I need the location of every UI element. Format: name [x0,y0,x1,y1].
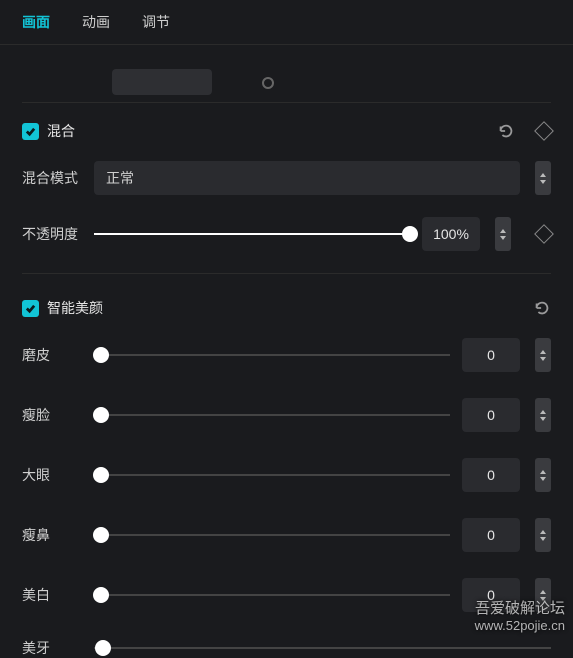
beauty-stepper[interactable] [535,518,551,552]
beauty-value[interactable]: 0 [462,458,520,492]
chevron-down-icon[interactable] [540,180,546,184]
tab-adjust[interactable]: 调节 [142,12,170,32]
beauty-section-header: 智能美颜 [22,298,551,318]
opacity-row: 不透明度 100% [22,217,551,251]
slider-thumb[interactable] [95,640,111,656]
blend-mode-label: 混合模式 [22,168,82,188]
blend-mode-stepper[interactable] [535,161,551,195]
chevron-up-icon[interactable] [540,350,546,354]
beauty-label: 瘦脸 [22,405,82,425]
blend-section-title: 混合 [47,121,489,141]
blend-mode-select[interactable]: 正常 [94,161,520,195]
beauty-stepper[interactable] [535,398,551,432]
beauty-param-row: 美牙 [22,638,551,658]
slider-thumb[interactable] [93,347,109,363]
keyframe-icon[interactable] [534,121,554,141]
opacity-value[interactable]: 100% [422,217,480,251]
beauty-value[interactable]: 0 [462,578,520,612]
slider-thumb[interactable] [402,226,418,242]
top-tabs: 画面 动画 调节 [0,0,573,45]
beauty-slider[interactable] [94,345,450,365]
beauty-slider[interactable] [94,465,450,485]
beauty-param-row: 美白 0 [22,578,551,612]
chevron-down-icon[interactable] [540,537,546,541]
slider-thumb[interactable] [93,467,109,483]
beauty-stepper[interactable] [535,338,551,372]
beauty-slider[interactable] [94,585,450,605]
remnant-field [112,69,212,95]
opacity-stepper[interactable] [495,217,511,251]
reset-icon[interactable] [497,122,515,140]
beauty-label: 瘦鼻 [22,525,82,545]
chevron-down-icon[interactable] [540,477,546,481]
beauty-param-row: 瘦鼻 0 [22,518,551,552]
blend-enable-checkbox[interactable] [22,123,39,140]
slider-thumb[interactable] [93,587,109,603]
beauty-enable-checkbox[interactable] [22,300,39,317]
beauty-value[interactable]: 0 [462,518,520,552]
panel-body: 混合 混合模式 正常 不透明度 100% 智能美 [0,45,573,658]
beauty-label: 美牙 [22,638,82,658]
chevron-up-icon[interactable] [500,229,506,233]
keyframe-icon[interactable] [534,224,554,244]
beauty-value[interactable]: 0 [462,338,520,372]
beauty-stepper[interactable] [535,578,551,612]
reset-icon[interactable] [533,299,551,317]
beauty-label: 磨皮 [22,345,82,365]
opacity-label: 不透明度 [22,224,82,244]
slider-thumb[interactable] [93,527,109,543]
chevron-up-icon[interactable] [540,410,546,414]
tab-picture[interactable]: 画面 [22,12,50,32]
beauty-param-row: 大眼 0 [22,458,551,492]
chevron-down-icon[interactable] [540,357,546,361]
beauty-label: 大眼 [22,465,82,485]
chevron-up-icon[interactable] [540,530,546,534]
beauty-section-title: 智能美颜 [47,298,525,318]
divider [22,273,551,274]
remnant-radio [262,77,274,89]
beauty-stepper[interactable] [535,458,551,492]
blend-mode-row: 混合模式 正常 [22,161,551,195]
chevron-up-icon[interactable] [540,173,546,177]
beauty-slider[interactable] [94,525,450,545]
slider-thumb[interactable] [93,407,109,423]
chevron-up-icon[interactable] [540,590,546,594]
blend-mode-value: 正常 [106,168,134,188]
beauty-param-row: 瘦脸 0 [22,398,551,432]
tab-animation[interactable]: 动画 [82,12,110,32]
beauty-slider[interactable] [94,638,551,658]
chevron-down-icon[interactable] [500,236,506,240]
blend-section-header: 混合 [22,121,551,141]
chevron-down-icon[interactable] [540,597,546,601]
beauty-slider[interactable] [94,405,450,425]
prev-section-remnant [22,53,551,103]
opacity-slider[interactable] [94,224,410,244]
beauty-value[interactable]: 0 [462,398,520,432]
beauty-param-row: 磨皮 0 [22,338,551,372]
beauty-label: 美白 [22,585,82,605]
chevron-down-icon[interactable] [540,417,546,421]
chevron-up-icon[interactable] [540,470,546,474]
